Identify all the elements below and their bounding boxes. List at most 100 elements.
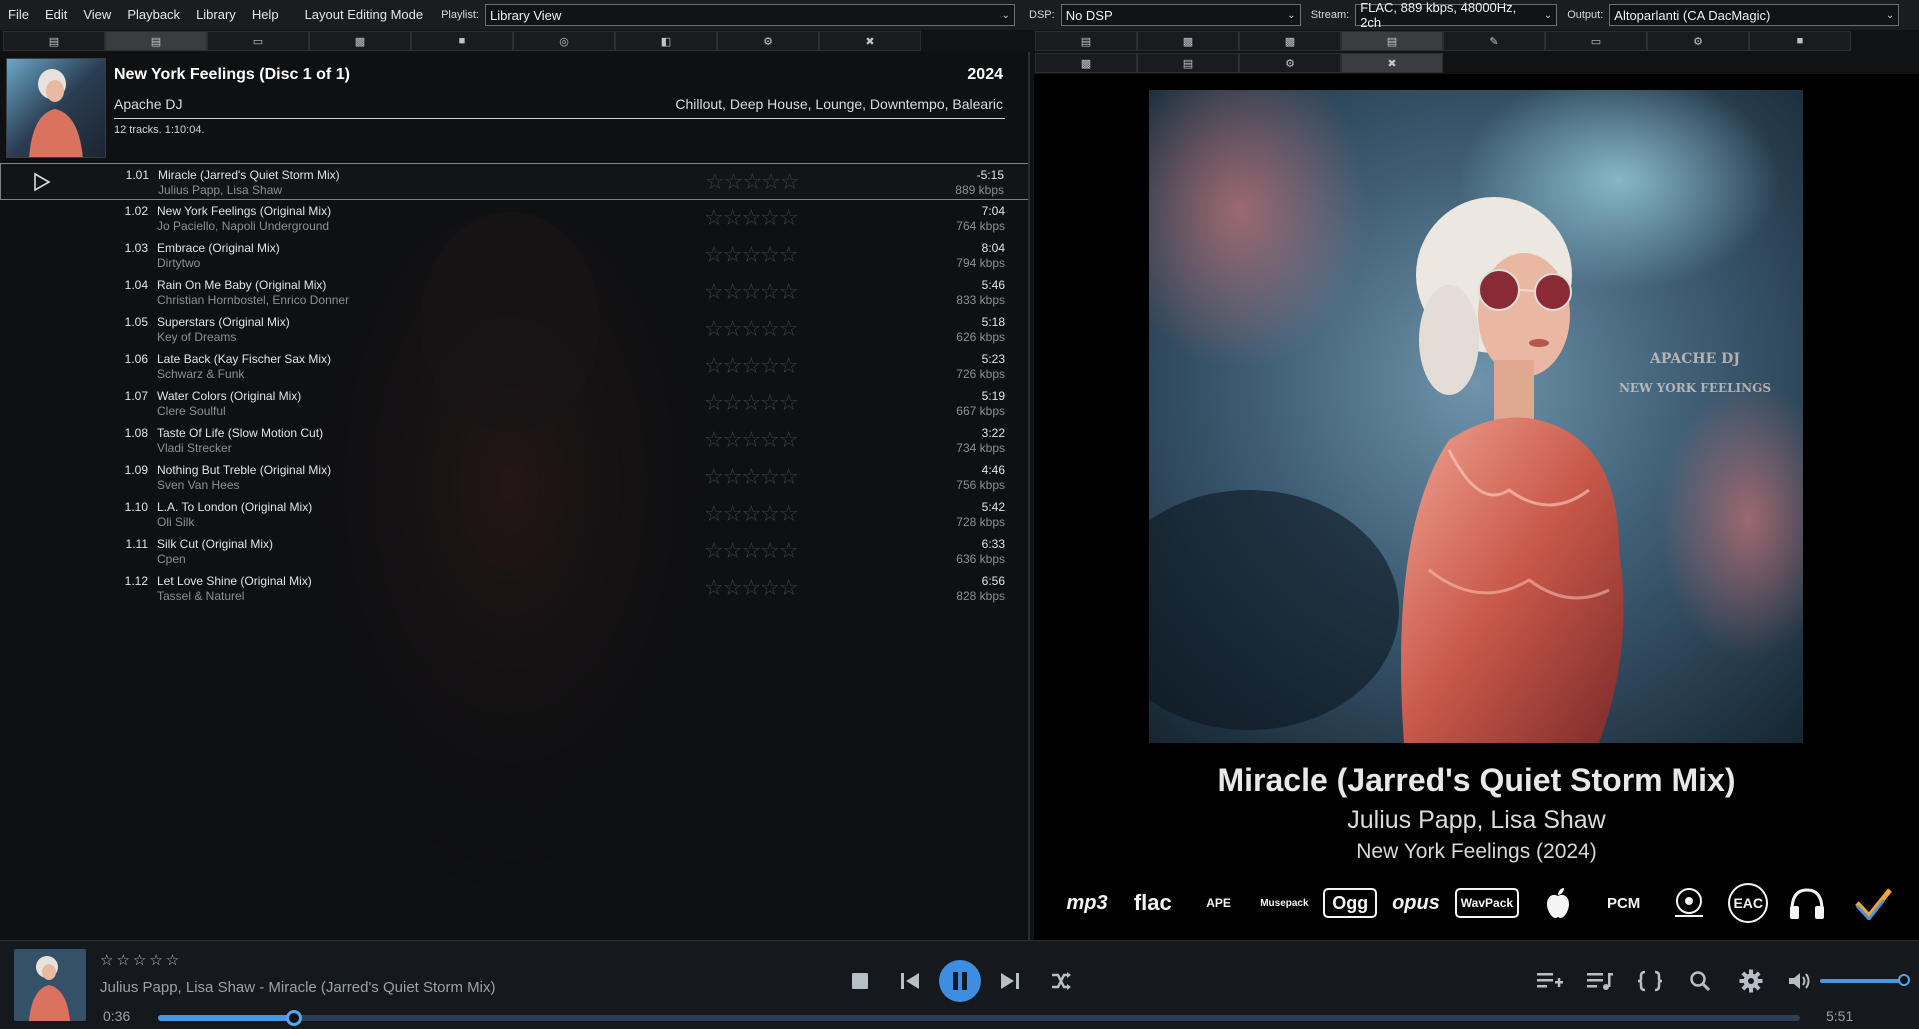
menu-view[interactable]: View (75, 0, 119, 30)
doc-icon[interactable]: ▤ (3, 31, 105, 51)
track-row[interactable]: 1.12 Let Love Shine (Original Mix) Tassel … (0, 570, 1028, 607)
folder-icon[interactable]: ■ (411, 31, 513, 51)
track-artist: Clere Soulful (157, 404, 226, 418)
track-title: New York Feelings (Original Mix) (157, 204, 332, 218)
volume-slider[interactable] (1820, 974, 1910, 986)
gear-icon[interactable]: ⚙ (717, 31, 819, 51)
track-rating[interactable]: ☆☆☆☆☆ (704, 281, 799, 303)
track-number: 1.06 (124, 352, 148, 366)
disc-icon[interactable]: ◎ (513, 31, 615, 51)
track-rating[interactable]: ☆☆☆☆☆ (704, 207, 799, 229)
list-icon[interactable]: ▤ (105, 31, 207, 51)
track-rating[interactable]: ☆☆☆☆☆ (704, 466, 799, 488)
output-dropdown[interactable]: Altoparlanti (CA DacMagic) ⌄ (1609, 4, 1900, 26)
tools-icon[interactable]: ✖ (1341, 53, 1443, 73)
seek-bar[interactable] (158, 1010, 1800, 1026)
dsp-dropdown[interactable]: No DSP ⌄ (1060, 4, 1301, 26)
gear-icon[interactable]: ⚙ (1239, 53, 1341, 73)
shuffle-icon[interactable] (1049, 969, 1073, 993)
track-rating[interactable]: ☆☆☆☆☆ (704, 244, 799, 266)
menu-edit[interactable]: Edit (37, 0, 75, 30)
track-duration: -5:15 (976, 168, 1004, 182)
queue-music-icon[interactable] (1586, 969, 1614, 993)
track-row[interactable]: 1.01 Miracle (Jarred's Quiet Storm Mix) Ju… (0, 163, 1028, 200)
track-rating[interactable]: ☆☆☆☆☆ (704, 577, 799, 599)
track-duration: 5:42 (981, 500, 1005, 514)
track-bitrate: 833 kbps (956, 293, 1005, 307)
now-playing-panel: APACHE DJ NEW YORK FEELINGS Miracle (Jar… (1034, 74, 1919, 940)
volume-slider-handle[interactable] (1898, 974, 1910, 986)
stream-dropdown[interactable]: FLAC, 889 kbps, 48000Hz, 2ch ⌄ (1355, 0, 1558, 30)
track-number: 1.08 (124, 426, 148, 440)
now-playing-thumbnail[interactable] (14, 949, 86, 1021)
braces-icon[interactable] (1636, 969, 1664, 993)
track-number: 1.05 (124, 315, 148, 329)
seek-bar-progress (158, 1015, 295, 1021)
album-playlist-panel: New York Feelings (Disc 1 of 1) 2024 Apa… (0, 52, 1030, 940)
doc-icon[interactable]: ▤ (1035, 31, 1137, 51)
book-icon[interactable]: ▭ (207, 31, 309, 51)
next-button[interactable] (998, 969, 1022, 993)
track-row[interactable]: 1.02 New York Feelings (Original Mix) Jo P… (0, 200, 1028, 237)
album-summary: 12 tracks. 1:10:04. (114, 124, 205, 136)
track-bitrate: 626 kbps (956, 330, 1005, 344)
photo-icon[interactable]: ▩ (1239, 31, 1341, 51)
track-number: 1.10 (124, 500, 148, 514)
archive-icon[interactable]: ▤ (1137, 53, 1239, 73)
right-tab-strip-bottom: ▩ ▤ ⚙ ✖ (1035, 53, 1443, 73)
opus-logo: opus (1392, 891, 1440, 914)
track-artist: Schwarz & Funk (157, 367, 245, 381)
playlist-dropdown[interactable]: Library View ⌄ (485, 4, 1015, 26)
track-duration: 4:46 (981, 463, 1005, 477)
copy-icon[interactable]: ◧ (615, 31, 717, 51)
track-artist: Christian Hornbostel, Enrico Donner (157, 293, 350, 307)
track-artist: Dirtytwo (157, 256, 201, 270)
eac-logo: EAC (1728, 883, 1769, 923)
track-rating[interactable]: ☆☆☆☆☆ (704, 503, 799, 525)
previous-button[interactable] (898, 969, 922, 993)
seek-bar-handle[interactable] (286, 1010, 303, 1026)
image-icon[interactable]: ▩ (1137, 31, 1239, 51)
track-row[interactable]: 1.03 Embrace (Original Mix) Dirtytwo ☆☆☆☆☆ 8… (0, 237, 1028, 274)
track-row[interactable]: 1.06 Late Back (Kay Fischer Sax Mix) Schwa… (0, 348, 1028, 385)
musepack-logo: Musepack (1260, 897, 1309, 909)
search-icon[interactable] (1687, 969, 1713, 993)
rating-stars[interactable]: ☆☆☆☆☆ (100, 951, 182, 969)
track-row[interactable]: 1.04 Rain On Me Baby (Original Mix) Christ… (0, 274, 1028, 311)
track-bitrate: 726 kbps (956, 367, 1005, 381)
menu-file[interactable]: File (0, 0, 37, 30)
image-icon[interactable]: ▩ (1035, 53, 1137, 73)
menu-playback[interactable]: Playback (119, 0, 188, 30)
settings-icon[interactable]: ⚙ (1647, 31, 1749, 51)
list-icon[interactable]: ▤ (1341, 31, 1443, 51)
track-rating[interactable]: ☆☆☆☆☆ (704, 429, 799, 451)
track-number: 1.11 (125, 537, 148, 551)
stop-button[interactable] (848, 969, 872, 993)
track-rating[interactable]: ☆☆☆☆☆ (704, 355, 799, 377)
settings-gear-icon[interactable] (1738, 969, 1764, 993)
left-tab-strip: ▤ ▤ ▭ ▩ ■ ◎ ◧ ⚙ ✖ (3, 31, 921, 51)
track-row[interactable]: 1.10 L.A. To London (Original Mix) Oli Sil… (0, 496, 1028, 533)
track-rating[interactable]: ☆☆☆☆☆ (704, 392, 799, 414)
track-rating[interactable]: ☆☆☆☆☆ (704, 540, 799, 562)
track-row[interactable]: 1.05 Superstars (Original Mix) Key of Drea… (0, 311, 1028, 348)
track-row[interactable]: 1.08 Taste Of Life (Slow Motion Cut) Vladi… (0, 422, 1028, 459)
playlist-add-icon[interactable] (1536, 969, 1564, 993)
folder-icon[interactable]: ■ (1749, 31, 1851, 51)
card-icon[interactable]: ▭ (1545, 31, 1647, 51)
track-duration: 5:46 (981, 278, 1005, 292)
pause-button[interactable] (939, 960, 981, 1002)
volume-icon[interactable] (1786, 969, 1812, 993)
track-rating[interactable]: ☆☆☆☆☆ (705, 171, 800, 193)
track-duration: 6:56 (981, 574, 1005, 588)
menu-help[interactable]: Help (244, 0, 287, 30)
track-row[interactable]: 1.11 Silk Cut (Original Mix) Cpen ☆☆☆☆☆ 6:33… (0, 533, 1028, 570)
menu-library[interactable]: Library (188, 0, 244, 30)
menu-layout-editing-mode[interactable]: Layout Editing Mode (297, 0, 432, 30)
card-icon[interactable]: ▩ (309, 31, 411, 51)
edit-icon[interactable]: ✎ (1443, 31, 1545, 51)
track-rating[interactable]: ☆☆☆☆☆ (704, 318, 799, 340)
tools-icon[interactable]: ✖ (819, 31, 921, 51)
track-row[interactable]: 1.07 Water Colors (Original Mix) Clere Sou… (0, 385, 1028, 422)
track-row[interactable]: 1.09 Nothing But Treble (Original Mix) Sve… (0, 459, 1028, 496)
